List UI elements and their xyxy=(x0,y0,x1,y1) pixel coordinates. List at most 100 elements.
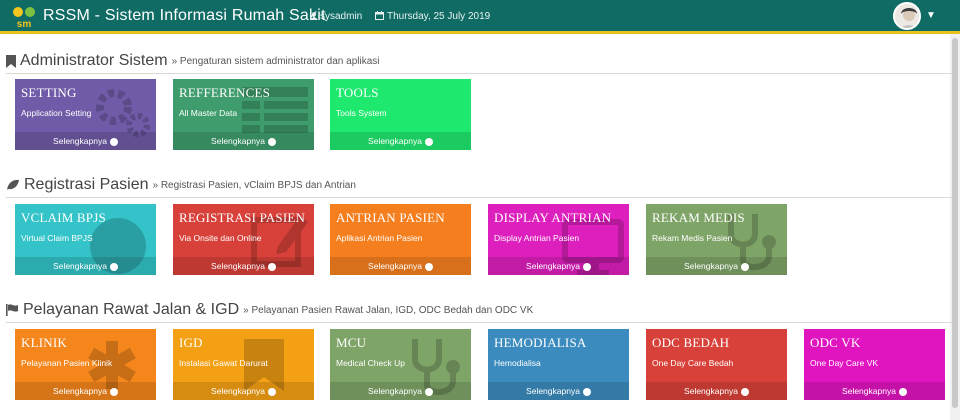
arrow-circle-right-icon: › xyxy=(424,387,433,396)
tile-refferences[interactable]: REFFERENCES All Master Data Selengkapnya… xyxy=(173,79,314,150)
arrow-circle-right-icon: › xyxy=(424,137,433,146)
more-label: Selengkapnya xyxy=(368,136,422,146)
tile-rekam-medis[interactable]: REKAM MEDIS Rekam Medis Pasien Selengkap… xyxy=(646,204,787,275)
tile-more-link[interactable]: Selengkapnya › xyxy=(646,382,787,400)
arrow-circle-right-icon: › xyxy=(267,137,276,146)
tile-title: REGISTRASI PASIEN xyxy=(179,210,306,225)
arrow-circle-right-icon: › xyxy=(109,262,118,271)
tile-odc-bedah[interactable]: ODC BEDAH One Day Care Bedah Selengkapny… xyxy=(646,329,787,400)
more-label: Selengkapnya xyxy=(684,261,738,271)
tile-subtitle: Instalasi Gawat Darurat xyxy=(179,358,268,368)
calendar-icon xyxy=(375,11,384,20)
more-label: Selengkapnya xyxy=(526,261,580,271)
tile-registrasi-pasien[interactable]: REGISTRASI PASIEN Via Onsite dan Online … xyxy=(173,204,314,275)
tile-subtitle: Medical Check Up xyxy=(336,358,405,368)
chevron-down-icon[interactable]: ▼ xyxy=(926,10,936,21)
section-subtitle: » Pelayanan Pasien Rawat Jalan, IGD, ODC… xyxy=(243,304,534,316)
arrow-circle-right-icon: › xyxy=(109,387,118,396)
more-label: Selengkapnya xyxy=(211,261,265,271)
tile-subtitle: One Day Care VK xyxy=(810,358,879,368)
arrow-circle-right-icon: › xyxy=(424,262,433,271)
more-label: Selengkapnya xyxy=(211,136,265,146)
arrow-circle-right-icon: › xyxy=(740,387,749,396)
top-navbar: sm RSSM - Sistem Informasi Rumah Sakit s… xyxy=(0,0,960,34)
tile-more-link[interactable]: Selengkapnya › xyxy=(488,382,629,400)
tile-title: ANTRIAN PASIEN xyxy=(336,210,445,225)
tile-subtitle: All Master Data xyxy=(179,108,238,118)
more-label: Selengkapnya xyxy=(526,386,580,396)
more-label: Selengkapnya xyxy=(368,386,422,396)
tile-title: ODC BEDAH xyxy=(652,335,730,350)
more-label: Selengkapnya xyxy=(53,136,107,146)
username: sysadmin xyxy=(320,11,363,22)
tile-klinik[interactable]: KLINIK Pelayanan Pasien Klinik Selengkap… xyxy=(15,329,156,400)
tile-title: DISPLAY ANTRIAN xyxy=(494,210,612,225)
tile-more-link[interactable]: Selengkapnya › xyxy=(488,257,629,275)
tile-subtitle: Tools System xyxy=(336,108,387,118)
more-label: Selengkapnya xyxy=(53,261,107,271)
tile-title: KLINIK xyxy=(21,335,67,350)
tile-igd[interactable]: IGD Instalasi Gawat Darurat Selengkapnya… xyxy=(173,329,314,400)
avatar[interactable] xyxy=(893,2,921,30)
tile-subtitle: Pelayanan Pasien Klinik xyxy=(21,358,113,368)
tile-more-link[interactable]: Selengkapnya › xyxy=(15,132,156,150)
tile-display-antrian[interactable]: DISPLAY ANTRIAN Display Antrian Pasien S… xyxy=(488,204,629,275)
scrollbar-thumb[interactable] xyxy=(952,38,958,408)
date-info: Thursday, 25 July 2019 xyxy=(375,11,490,22)
tile-subtitle: Application Setting xyxy=(21,108,92,118)
tile-title: TOOLS xyxy=(336,85,379,100)
tile-more-link[interactable]: Selengkapnya › xyxy=(173,382,314,400)
flag-icon xyxy=(6,304,18,316)
section-header-registrasi: Registrasi Pasien» Registrasi Pasien, vC… xyxy=(6,176,952,198)
tile-more-link[interactable]: Selengkapnya › xyxy=(173,132,314,150)
tile-title: VCLAIM BPJS xyxy=(21,210,106,225)
tile-title: HEMODIALISA xyxy=(494,335,587,350)
section-title: Pelayanan Rawat Jalan & IGD xyxy=(23,301,240,318)
more-label: Selengkapnya xyxy=(684,386,738,396)
arrow-circle-right-icon: › xyxy=(898,387,907,396)
tile-more-link[interactable]: Selengkapnya › xyxy=(15,257,156,275)
tile-title: MCU xyxy=(336,335,367,350)
tile-subtitle: Display Antrian Pasien xyxy=(494,233,580,243)
tile-antrian-pasien[interactable]: ANTRIAN PASIEN Aplikasi Antrian Pasien S… xyxy=(330,204,471,275)
tile-more-link[interactable]: Selengkapnya › xyxy=(646,257,787,275)
more-label: Selengkapnya xyxy=(53,386,107,396)
arrow-circle-right-icon: › xyxy=(109,137,118,146)
tile-title: IGD xyxy=(179,335,203,350)
arrow-circle-right-icon: › xyxy=(267,262,276,271)
tile-more-link[interactable]: Selengkapnya › xyxy=(330,132,471,150)
current-date: Thursday, 25 July 2019 xyxy=(387,11,491,22)
tile-subtitle: Virtual Claim BPJS xyxy=(21,233,93,243)
tile-title: SETTING xyxy=(21,85,77,100)
tile-vclaim-bpjs[interactable]: VCLAIM BPJS Virtual Claim BPJS Selengkap… xyxy=(15,204,156,275)
tile-more-link[interactable]: Selengkapnya › xyxy=(804,382,945,400)
section-subtitle: » Pengaturan sistem administrator dan ap… xyxy=(171,55,380,67)
tile-more-link[interactable]: Selengkapnya › xyxy=(330,382,471,400)
tile-subtitle: Hemodialisa xyxy=(494,358,541,368)
section-subtitle: » Registrasi Pasien, vClaim BPJS dan Ant… xyxy=(152,179,356,191)
tile-subtitle: Via Onsite dan Online xyxy=(179,233,262,243)
more-label: Selengkapnya xyxy=(211,386,265,396)
user-icon xyxy=(310,12,318,20)
tile-more-link[interactable]: Selengkapnya › xyxy=(15,382,156,400)
arrow-circle-right-icon: › xyxy=(740,262,749,271)
tile-odc-vk[interactable]: ODC VK One Day Care VK Selengkapnya › xyxy=(804,329,945,400)
tile-title: REFFERENCES xyxy=(179,85,271,100)
svg-text:sm: sm xyxy=(17,19,32,30)
tile-more-link[interactable]: Selengkapnya › xyxy=(173,257,314,275)
logo-icon[interactable]: sm xyxy=(10,4,38,30)
tile-setting[interactable]: SETTING Application Setting Selengkapnya… xyxy=(15,79,156,150)
arrow-circle-right-icon: › xyxy=(582,387,591,396)
user-info[interactable]: sysadmin xyxy=(310,11,362,22)
section-header-pelayanan: Pelayanan Rawat Jalan & IGD» Pelayanan P… xyxy=(6,301,952,323)
tile-hemodialisa[interactable]: HEMODIALISA Hemodialisa Selengkapnya › xyxy=(488,329,629,400)
tile-mcu[interactable]: MCU Medical Check Up Selengkapnya › xyxy=(330,329,471,400)
more-label: Selengkapnya xyxy=(842,386,896,396)
section-title: Registrasi Pasien xyxy=(24,176,149,193)
app-title[interactable]: RSSM - Sistem Informasi Rumah Sakit xyxy=(43,7,326,25)
tile-more-link[interactable]: Selengkapnya › xyxy=(330,257,471,275)
tile-tools[interactable]: TOOLS Tools System Selengkapnya › xyxy=(330,79,471,150)
avatar-image xyxy=(895,4,919,28)
arrow-circle-right-icon: › xyxy=(582,262,591,271)
more-label: Selengkapnya xyxy=(368,261,422,271)
